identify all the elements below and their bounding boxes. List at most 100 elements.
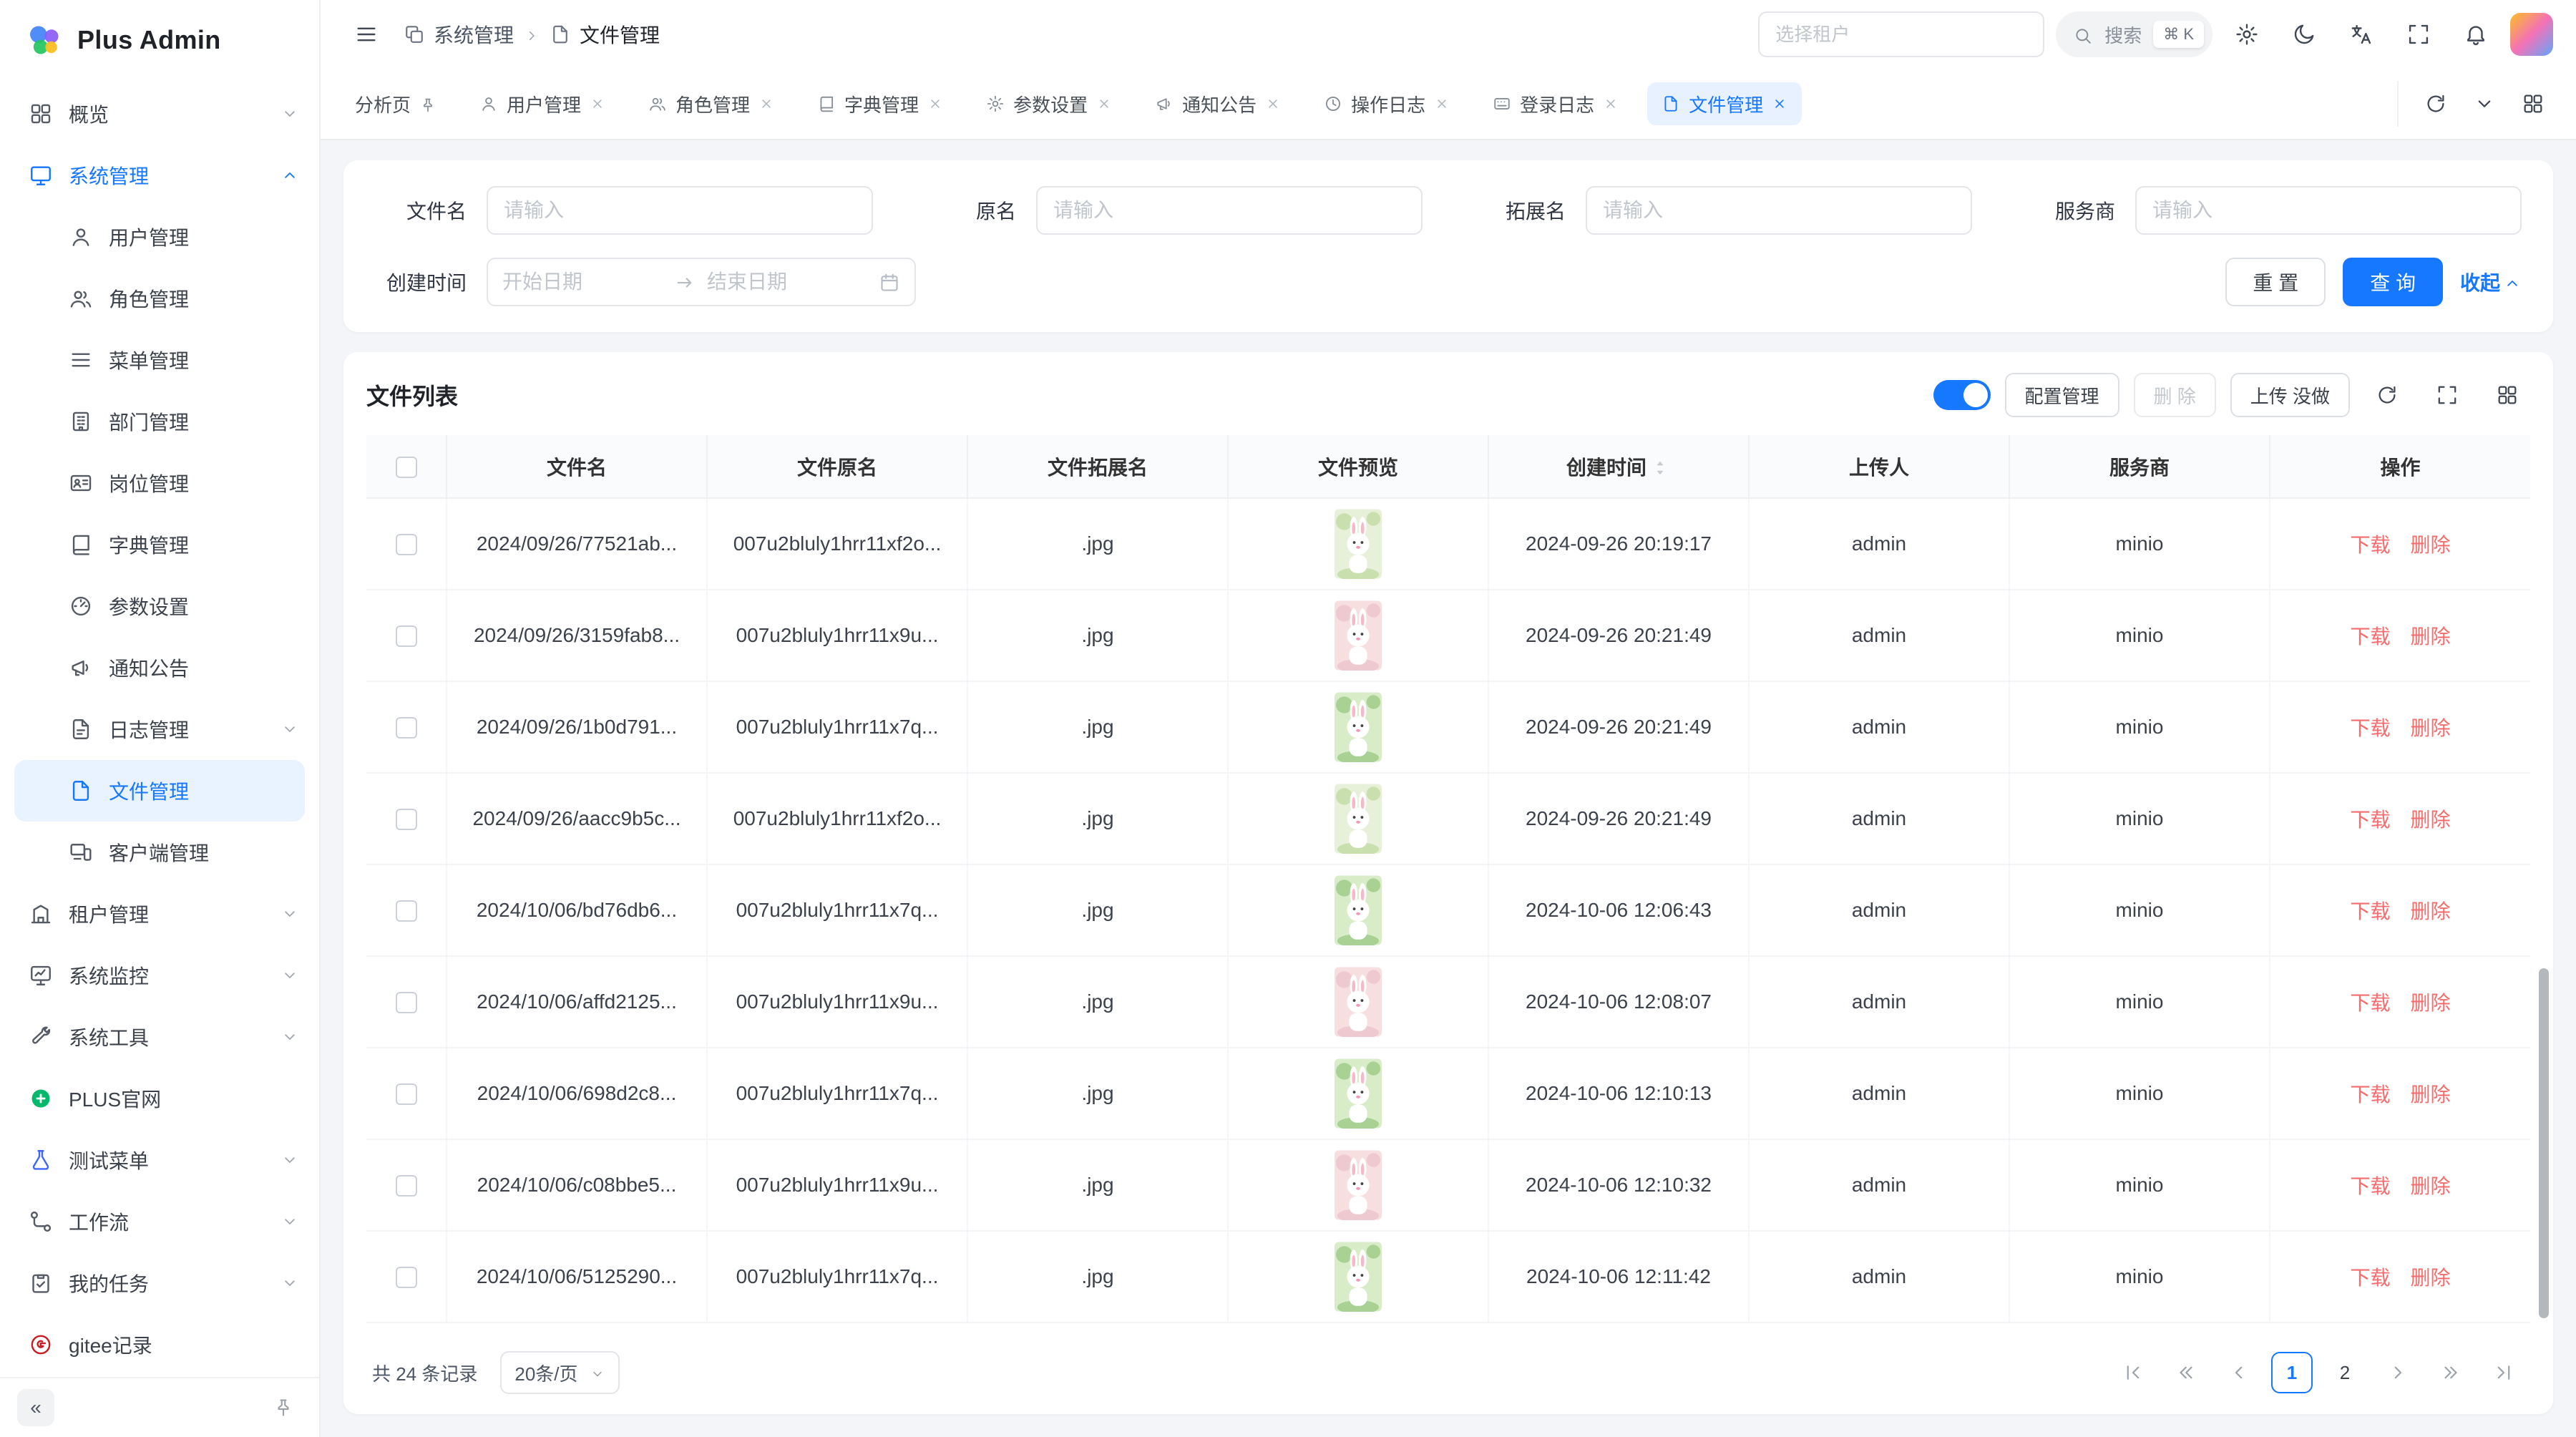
refresh-page-button[interactable]	[2413, 81, 2459, 127]
tab-op-log[interactable]: 操作日志	[1309, 82, 1464, 125]
tab-file-mgmt[interactable]: 文件管理	[1647, 82, 1802, 125]
row-checkbox[interactable]	[396, 809, 417, 830]
upload-button[interactable]: 上传 没做	[2230, 373, 2350, 417]
sidebar-item-overview[interactable]: 概览	[0, 83, 319, 145]
sidebar-item-menu-mgmt[interactable]: 菜单管理	[0, 329, 319, 391]
sidebar-item-workflow[interactable]: 工作流	[0, 1191, 319, 1252]
download-link[interactable]: 下载	[2350, 1267, 2390, 1289]
batch-delete-button[interactable]: 删 除	[2134, 373, 2216, 417]
delete-link[interactable]: 删除	[2411, 900, 2451, 922]
sort-icon[interactable]	[1649, 457, 1671, 479]
delete-link[interactable]: 删除	[2411, 625, 2451, 648]
sidebar-item-system-tools[interactable]: 系统工具	[0, 1006, 319, 1068]
column-settings-button[interactable]	[2484, 372, 2530, 418]
end-date-input[interactable]	[707, 271, 867, 293]
tab-close-icon[interactable]	[758, 96, 774, 112]
delete-link[interactable]: 删除	[2411, 534, 2451, 556]
column-header-5[interactable]: 上传人	[1749, 435, 2009, 498]
sidebar-item-system-monitor[interactable]: 系统监控	[0, 945, 319, 1006]
breadcrumb-item-system-mgmt[interactable]: 系统管理	[404, 20, 514, 49]
notifications-button[interactable]	[2453, 11, 2499, 57]
file-preview-thumbnail[interactable]	[1335, 509, 1382, 579]
sidebar-item-system-mgmt[interactable]: 系统管理	[0, 145, 319, 206]
file-preview-thumbnail[interactable]	[1335, 1150, 1382, 1220]
sidebar-item-plus-site[interactable]: PLUS官网	[0, 1068, 319, 1129]
refresh-table-button[interactable]	[2364, 372, 2410, 418]
tab-param-settings[interactable]: 参数设置	[972, 82, 1126, 125]
tab-dict-mgmt[interactable]: 字典管理	[803, 82, 957, 125]
sidebar-item-my-tasks[interactable]: 我的任务	[0, 1252, 319, 1314]
column-header-6[interactable]: 服务商	[2009, 435, 2270, 498]
column-header-1[interactable]: 文件原名	[707, 435, 967, 498]
file-name-input[interactable]	[487, 186, 873, 235]
file-preview-thumbnail[interactable]	[1335, 1058, 1382, 1129]
tab-close-icon[interactable]	[1096, 96, 1112, 112]
sidebar-item-param-settings[interactable]: 参数设置	[0, 575, 319, 637]
sidebar-pin-icon[interactable]	[265, 1389, 302, 1426]
sidebar-item-test-menu[interactable]: 测试菜单	[0, 1129, 319, 1191]
tab-close-icon[interactable]	[1265, 96, 1281, 112]
prev-page-button[interactable]	[2218, 1352, 2260, 1393]
tab-options-button[interactable]	[2462, 81, 2507, 127]
table-fullscreen-button[interactable]	[2424, 372, 2470, 418]
tab-notice[interactable]: 通知公告	[1141, 82, 1295, 125]
row-checkbox[interactable]	[396, 534, 417, 555]
download-link[interactable]: 下载	[2350, 992, 2390, 1014]
origin-name-input[interactable]	[1036, 186, 1423, 235]
tab-role-mgmt[interactable]: 角色管理	[634, 82, 789, 125]
tab-close-icon[interactable]	[1603, 96, 1619, 112]
sidebar-item-dept-mgmt[interactable]: 部门管理	[0, 391, 319, 452]
tab-analysis[interactable]: 分析页	[341, 82, 451, 125]
stripe-toggle-switch[interactable]	[1933, 380, 1991, 410]
delete-link[interactable]: 删除	[2411, 1175, 2451, 1197]
sidebar-item-user-mgmt[interactable]: 用户管理	[0, 206, 319, 268]
layout-settings-button[interactable]	[2510, 81, 2556, 127]
row-checkbox[interactable]	[396, 992, 417, 1013]
tab-close-icon[interactable]	[927, 96, 943, 112]
page-size-select[interactable]: 20条/页	[500, 1351, 619, 1394]
delete-link[interactable]: 删除	[2411, 1267, 2451, 1289]
collapse-filter-link[interactable]: 收起	[2460, 268, 2522, 296]
delete-link[interactable]: 删除	[2411, 1083, 2451, 1106]
sidebar-item-post-mgmt[interactable]: 岗位管理	[0, 452, 319, 514]
sidebar-item-dict-mgmt[interactable]: 字典管理	[0, 514, 319, 575]
select-all-checkbox[interactable]	[396, 457, 417, 478]
row-checkbox[interactable]	[396, 1083, 417, 1105]
tab-close-icon[interactable]	[1772, 96, 1787, 112]
sidebar-collapse-button[interactable]: «	[17, 1389, 54, 1426]
column-header-7[interactable]: 操作	[2270, 435, 2530, 498]
tab-login-log[interactable]: 登录日志	[1478, 82, 1633, 125]
download-link[interactable]: 下载	[2350, 900, 2390, 922]
reset-button[interactable]: 重 置	[2225, 258, 2326, 306]
next-page-button[interactable]	[2377, 1352, 2419, 1393]
download-link[interactable]: 下载	[2350, 809, 2390, 831]
file-preview-thumbnail[interactable]	[1335, 1242, 1382, 1312]
download-link[interactable]: 下载	[2350, 717, 2390, 739]
fullscreen-button[interactable]	[2396, 11, 2441, 57]
column-header-0[interactable]: 文件名	[447, 435, 707, 498]
sidebar-item-role-mgmt[interactable]: 角色管理	[0, 268, 319, 329]
table-scrollbar-thumb[interactable]	[2539, 968, 2549, 1319]
extension-input[interactable]	[1586, 186, 1972, 235]
download-link[interactable]: 下载	[2350, 1175, 2390, 1197]
download-link[interactable]: 下载	[2350, 534, 2390, 556]
column-header-2[interactable]: 文件拓展名	[967, 435, 1228, 498]
first-page-button[interactable]	[2112, 1352, 2154, 1393]
delete-link[interactable]: 删除	[2411, 809, 2451, 831]
start-date-input[interactable]	[502, 271, 663, 293]
pin-icon[interactable]	[419, 93, 436, 115]
download-link[interactable]: 下载	[2350, 1083, 2390, 1106]
jump-back-button[interactable]	[2165, 1352, 2207, 1393]
file-preview-thumbnail[interactable]	[1335, 784, 1382, 854]
tab-user-mgmt[interactable]: 用户管理	[465, 82, 620, 125]
file-preview-thumbnail[interactable]	[1335, 692, 1382, 762]
row-checkbox[interactable]	[396, 1267, 417, 1288]
dark-mode-button[interactable]	[2281, 11, 2327, 57]
file-preview-thumbnail[interactable]	[1335, 967, 1382, 1037]
file-preview-thumbnail[interactable]	[1335, 875, 1382, 945]
settings-button[interactable]	[2224, 11, 2270, 57]
breadcrumb-item-file-mgmt[interactable]: 文件管理	[550, 20, 660, 49]
app-logo[interactable]: Plus Admin	[0, 0, 319, 80]
tenant-select[interactable]	[1758, 11, 2044, 57]
row-checkbox[interactable]	[396, 1175, 417, 1197]
